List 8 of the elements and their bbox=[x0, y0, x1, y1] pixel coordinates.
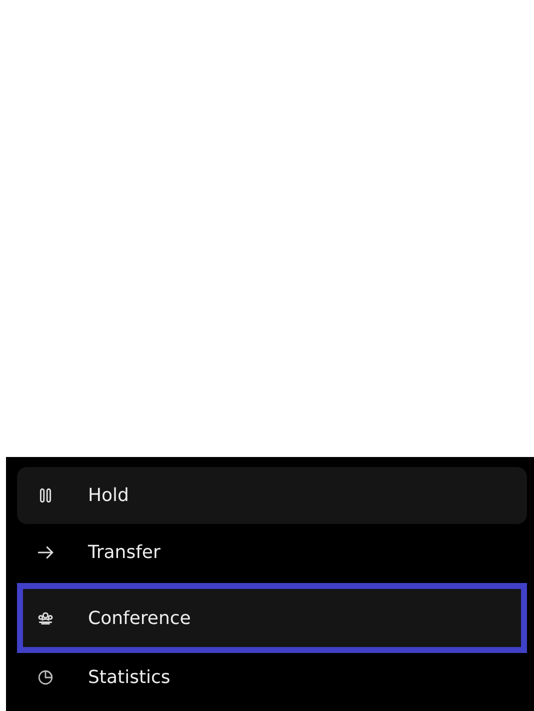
menu-item[interactable]: Statistics bbox=[17, 653, 527, 701]
menu-item[interactable]: Hold bbox=[17, 467, 527, 524]
chart-circle-icon bbox=[37, 668, 54, 686]
arrow-right-icon bbox=[37, 544, 54, 560]
people-icon bbox=[37, 610, 54, 626]
pause-icon bbox=[37, 487, 54, 504]
menu-item[interactable]: Conference bbox=[17, 583, 527, 653]
menu-item[interactable]: Transfer bbox=[17, 524, 527, 580]
